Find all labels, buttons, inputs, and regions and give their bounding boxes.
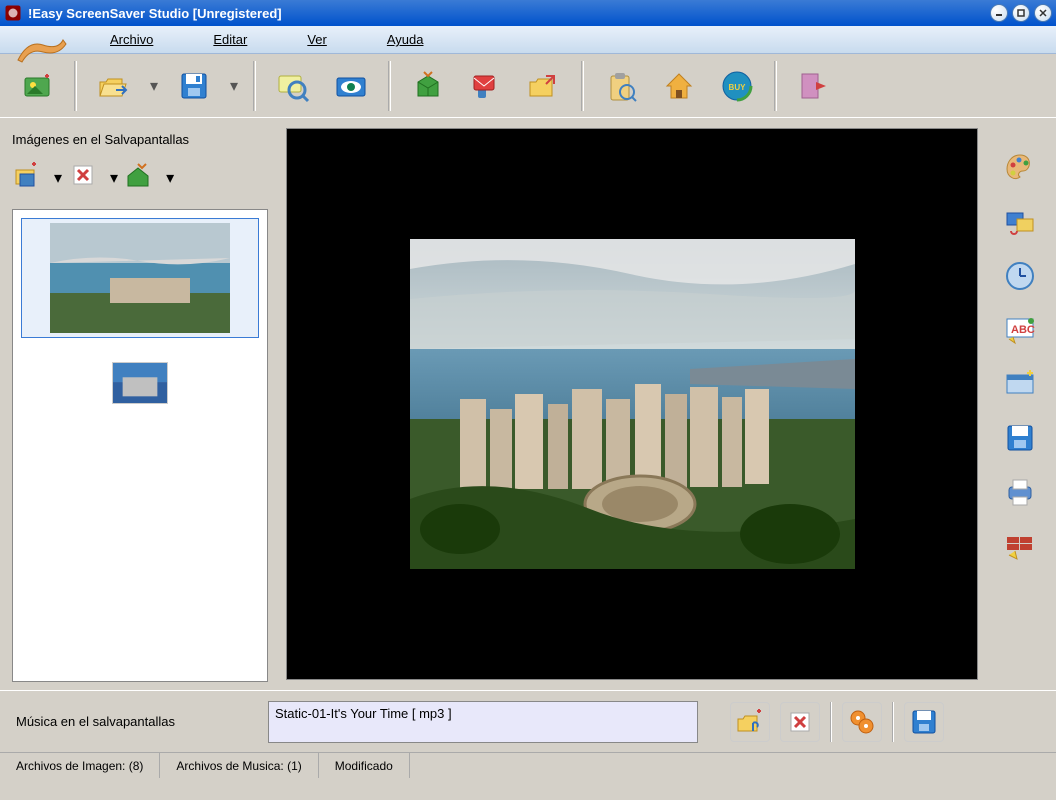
save-music-button[interactable] [904, 702, 944, 742]
images-toolbar: ▾ ▾ ▾ [12, 155, 268, 201]
package-button[interactable] [403, 61, 453, 111]
import-image-button[interactable] [124, 160, 160, 196]
open-button[interactable] [89, 61, 139, 111]
export-button[interactable] [519, 61, 569, 111]
close-button[interactable] [1034, 4, 1052, 22]
preview-box [286, 128, 978, 680]
window-button[interactable] [1000, 364, 1040, 404]
app-logo [8, 30, 78, 70]
titlebar: !Easy ScreenSaver Studio [Unregistered] [0, 0, 1056, 26]
import-image-dropdown[interactable]: ▾ [166, 168, 174, 188]
svg-text:BUY: BUY [729, 83, 747, 92]
thumbnail-image [50, 223, 230, 333]
status-images: Archivos de Imagen: (8) [0, 753, 160, 778]
music-toolbar-separator [892, 702, 894, 742]
transition-button[interactable] [1000, 202, 1040, 242]
menu-editar[interactable]: Editar [213, 32, 247, 47]
status-music: Archivos de Musica: (1) [160, 753, 318, 778]
main-toolbar: ▾ ▾ BUY [0, 54, 1056, 118]
menu-ver[interactable]: Ver [307, 32, 327, 47]
right-toolbar: ABC [984, 118, 1056, 690]
status-modified: Modificado [319, 753, 410, 778]
window-title: !Easy ScreenSaver Studio [Unregistered] [28, 6, 990, 21]
toolbar-separator [388, 61, 391, 111]
delete-music-button[interactable] [780, 702, 820, 742]
clock-button[interactable] [1000, 256, 1040, 296]
wall-button[interactable] [1000, 526, 1040, 566]
palette-button[interactable] [1000, 148, 1040, 188]
images-panel-title: Imágenes en el Salvapantallas [12, 132, 268, 147]
main-area: Imágenes en el Salvapantallas ▾ ▾ ▾ [0, 118, 1056, 690]
search-button[interactable] [268, 61, 318, 111]
preview-panel [280, 118, 984, 690]
toolbar-separator [581, 61, 584, 111]
buy-button[interactable]: BUY [712, 61, 762, 111]
open-dropdown[interactable]: ▾ [147, 61, 161, 111]
toolbar-separator [253, 61, 256, 111]
exit-button[interactable] [789, 61, 839, 111]
play-music-button[interactable] [842, 702, 882, 742]
delete-image-button[interactable] [68, 160, 104, 196]
text-button[interactable]: ABC [1000, 310, 1040, 350]
add-music-button[interactable] [730, 702, 770, 742]
minimize-button[interactable] [990, 4, 1008, 22]
save-dropdown[interactable]: ▾ [227, 61, 241, 111]
preview-image [410, 239, 855, 569]
music-list[interactable]: Static-01-It's Your Time [ mp3 ] [268, 701, 698, 743]
print-button[interactable] [1000, 472, 1040, 512]
add-image-button[interactable] [12, 160, 48, 196]
toolbar-separator [774, 61, 777, 111]
app-icon [4, 4, 22, 22]
delete-image-dropdown[interactable]: ▾ [110, 168, 118, 188]
menubar: Archivo Editar Ver Ayuda [0, 26, 1056, 54]
music-track[interactable]: Static-01-It's Your Time [ mp3 ] [275, 706, 691, 721]
mail-button[interactable] [461, 61, 511, 111]
thumbnail-list[interactable] [12, 209, 268, 682]
clipboard-button[interactable] [596, 61, 646, 111]
thumbnail-item[interactable] [21, 218, 259, 338]
maximize-button[interactable] [1012, 4, 1030, 22]
music-label: Música en el salvapantallas [16, 714, 256, 729]
status-bar: Archivos de Imagen: (8) Archivos de Musi… [0, 752, 1056, 778]
save-side-button[interactable] [1000, 418, 1040, 458]
music-toolbar-separator [830, 702, 832, 742]
menu-ayuda[interactable]: Ayuda [387, 32, 424, 47]
svg-text:ABC: ABC [1011, 324, 1035, 336]
music-panel: Música en el salvapantallas Static-01-It… [0, 690, 1056, 752]
thumbnail-image [112, 362, 168, 404]
music-toolbar [730, 702, 944, 742]
preview-button[interactable] [326, 61, 376, 111]
add-image-dropdown[interactable]: ▾ [54, 168, 62, 188]
menu-archivo[interactable]: Archivo [110, 32, 153, 47]
thumbnail-item[interactable] [108, 358, 172, 408]
home-button[interactable] [654, 61, 704, 111]
images-panel: Imágenes en el Salvapantallas ▾ ▾ ▾ [0, 118, 280, 690]
save-button[interactable] [169, 61, 219, 111]
